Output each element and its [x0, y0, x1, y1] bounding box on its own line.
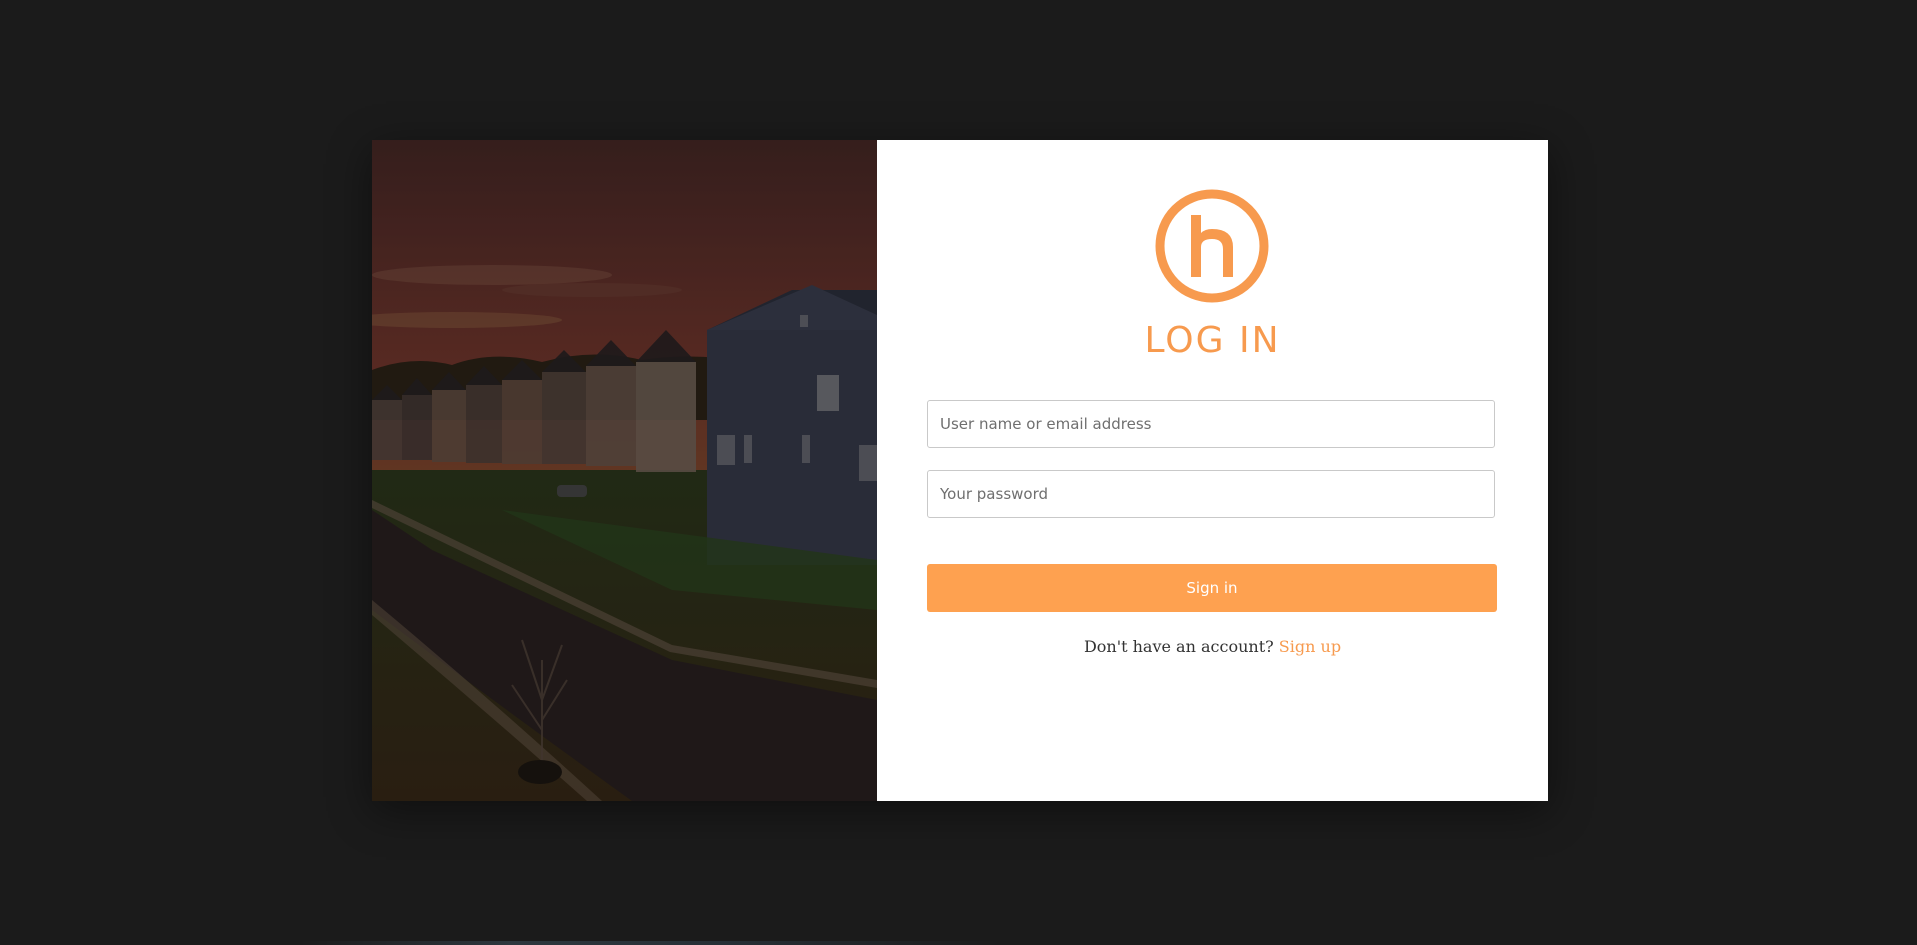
signup-prompt: Don't have an account? Sign up [877, 637, 1548, 656]
hero-image [372, 140, 877, 801]
password-input[interactable] [927, 470, 1495, 518]
username-input[interactable] [927, 400, 1495, 448]
signup-prompt-text: Don't have an account? [1083, 637, 1274, 656]
login-modal: LOG IN Sign in Don't have an account? Si… [372, 140, 1548, 801]
house-h-logo-icon [1155, 189, 1269, 303]
page-title: LOG IN [1144, 320, 1281, 361]
sign-in-button[interactable]: Sign in [927, 564, 1497, 612]
login-panel: LOG IN Sign in Don't have an account? Si… [877, 140, 1548, 801]
background-strip [300, 941, 1000, 945]
sign-up-link[interactable]: Sign up [1279, 637, 1341, 656]
